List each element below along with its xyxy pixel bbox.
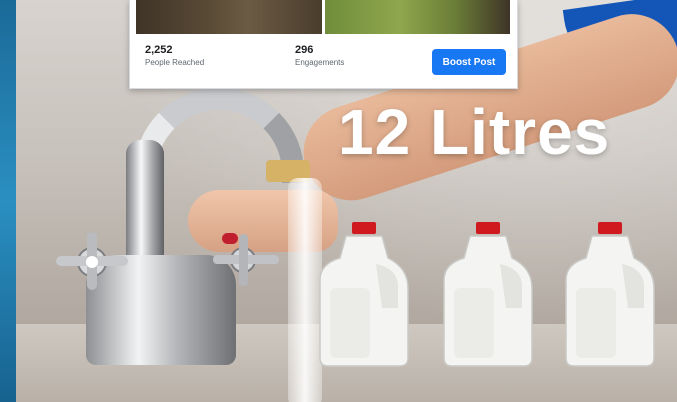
stat-label: Engagements <box>295 58 345 67</box>
stat-value: 2,252 <box>145 44 173 56</box>
milk-jug-icon <box>565 222 655 367</box>
post-photo-strip <box>136 0 510 34</box>
post-photo[interactable] <box>324 0 510 34</box>
window-frame-edge <box>0 0 16 402</box>
faucet-handle-left <box>56 232 128 290</box>
post-photo[interactable] <box>136 0 322 34</box>
milk-jug-icon <box>319 222 409 367</box>
post-insights-card: 2,252 People Reached 296 Engagements Boo… <box>129 0 518 89</box>
stat-label: People Reached <box>145 58 205 67</box>
stat-people-reached: 2,252 People Reached <box>145 44 204 67</box>
stat-value: 296 <box>295 44 314 56</box>
milk-jug-icon <box>443 222 533 367</box>
boost-post-button[interactable]: Boost Post <box>432 49 506 75</box>
image-caption: 12 Litres <box>338 96 611 168</box>
faucet-handle-right <box>213 234 279 286</box>
stat-engagements: 296 Engagements <box>295 44 344 67</box>
